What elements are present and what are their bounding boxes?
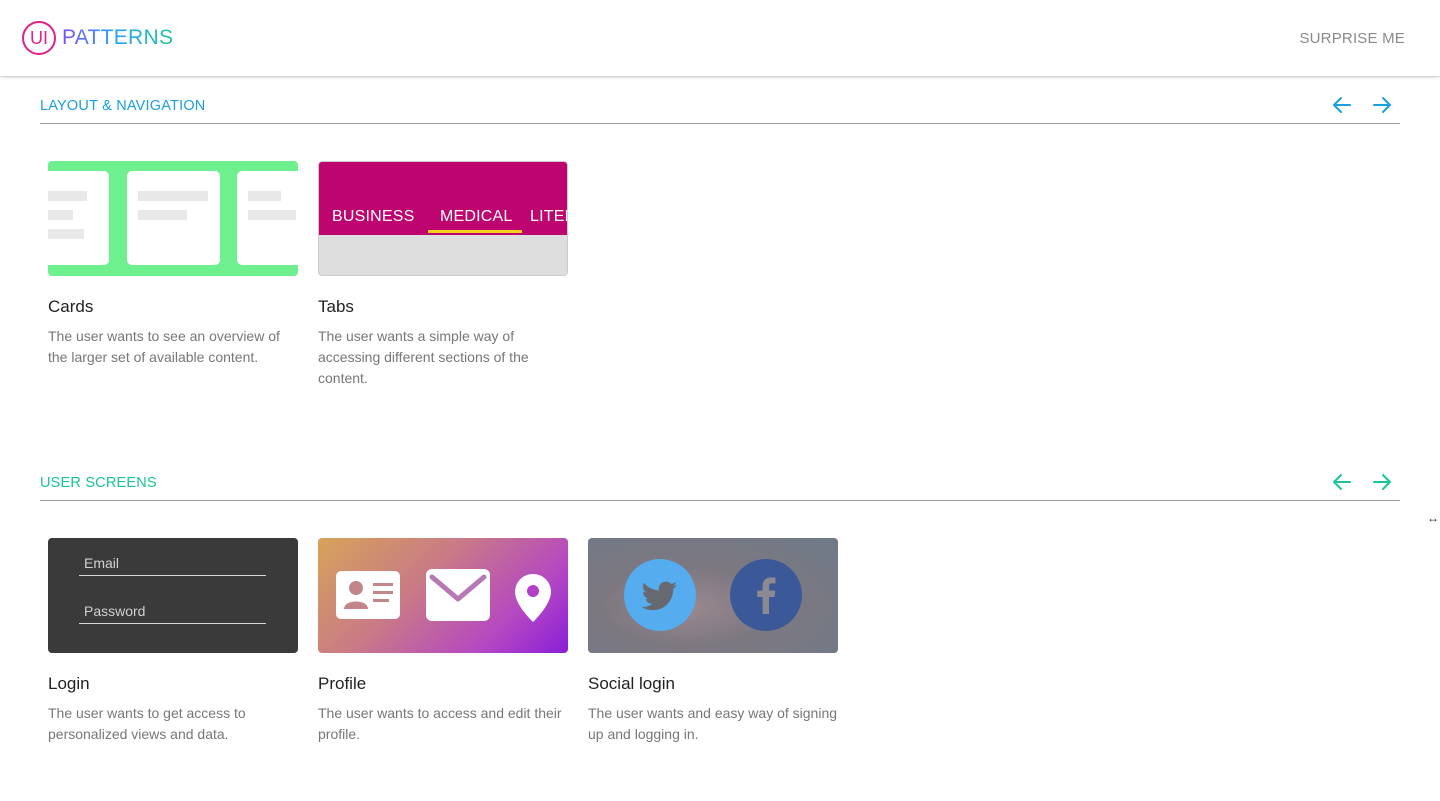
card-description: The user wants a simple way of accessing… — [318, 328, 529, 386]
section-user-screens: USER SCREENS Email Password Login The us… — [40, 467, 1400, 798]
pattern-card-list: Cards The user wants to see an overview … — [40, 161, 1400, 421]
top-header: UI PATTERNS SURPRISE ME — [0, 0, 1440, 76]
logo[interactable]: UI PATTERNS — [22, 21, 173, 55]
facebook-icon — [730, 559, 802, 631]
logo-mark: UI — [22, 21, 56, 55]
card-title: Social login — [588, 674, 675, 693]
card-description: The user wants and easy way of signing u… — [588, 705, 838, 742]
envelope-icon — [426, 569, 490, 621]
arrow-left-icon[interactable] — [1331, 94, 1353, 116]
section-title: LAYOUT & NAVIGATION — [40, 98, 206, 114]
card-description: The user wants to see an overview of the… — [48, 328, 280, 365]
pattern-card-tabs[interactable]: BUSINESS MEDICAL LITER Tabs The user wan… — [318, 161, 568, 389]
pattern-card-cards[interactable]: Cards The user wants to see an overview … — [48, 161, 298, 368]
card-title: Profile — [318, 674, 367, 693]
card-title: Login — [48, 674, 90, 693]
thumb-tab-underline — [428, 230, 522, 233]
social-login-thumbnail — [588, 538, 838, 653]
twitter-icon — [624, 559, 696, 631]
card-title: Cards — [48, 297, 94, 316]
arrow-right-icon[interactable] — [1371, 471, 1393, 493]
card-description: The user wants to access and edit their … — [318, 705, 562, 742]
thumb-password-field: Password — [79, 600, 266, 624]
section-layout-navigation: LAYOUT & NAVIGATION Cards The user wants… — [40, 90, 1400, 421]
arrow-left-icon[interactable] — [1331, 471, 1353, 493]
section-header: USER SCREENS — [40, 467, 1400, 501]
pattern-card-profile[interactable]: Profile The user wants to access and edi… — [318, 538, 568, 745]
id-card-icon — [336, 571, 400, 619]
thumb-tab-label-active: MEDICAL — [440, 208, 513, 225]
logo-text: PATTERNS — [62, 26, 174, 49]
pattern-card-social-login[interactable]: Social login The user wants and easy way… — [588, 538, 838, 745]
arrow-right-icon[interactable] — [1371, 94, 1393, 116]
profile-thumbnail — [318, 538, 568, 653]
surprise-me-link[interactable]: SURPRISE ME — [1299, 30, 1405, 47]
tabs-thumbnail: BUSINESS MEDICAL LITER — [318, 161, 568, 276]
card-description: The user wants to get access to personal… — [48, 705, 246, 742]
section-header: LAYOUT & NAVIGATION — [40, 90, 1400, 124]
thumb-email-field: Email — [79, 552, 266, 576]
mouse-cursor-icon: ↔ — [1427, 511, 1439, 525]
pattern-card-login[interactable]: Email Password Login The user wants to g… — [48, 538, 298, 745]
card-title: Tabs — [318, 297, 354, 316]
thumb-tab-label: LITER — [530, 208, 567, 225]
login-thumbnail: Email Password — [48, 538, 298, 653]
cards-thumbnail — [48, 161, 298, 276]
pattern-card-list: Email Password Login The user wants to g… — [40, 538, 1400, 798]
map-pin-icon — [515, 574, 551, 622]
thumb-tab-label: BUSINESS — [332, 208, 415, 225]
section-title: USER SCREENS — [40, 475, 157, 491]
